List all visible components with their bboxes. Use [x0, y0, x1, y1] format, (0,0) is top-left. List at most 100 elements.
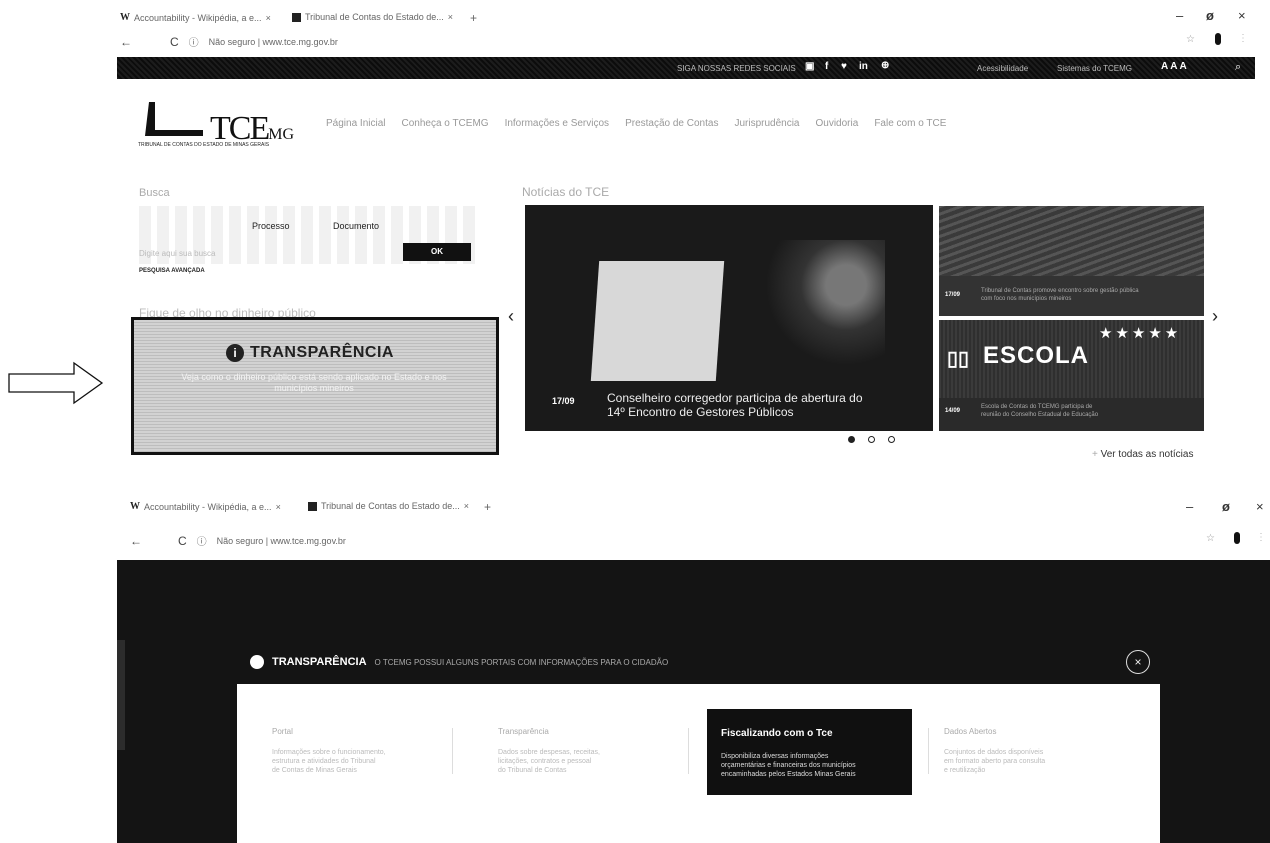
transparency-banner[interactable]: i TRANSPARÊNCIA Veja como o dinheiro púb…: [131, 317, 499, 455]
menu-icon[interactable]: ⋮: [1238, 33, 1248, 44]
news-side-card-1[interactable]: 17/09 Tribunal de Contas promove encontr…: [939, 206, 1204, 316]
browser-tab-1[interactable]: W Accountability - Wikipédia, a e... ×: [130, 501, 281, 512]
extension-icon[interactable]: [1215, 33, 1221, 45]
menu-icon[interactable]: ⋮: [1256, 532, 1266, 543]
segment-document[interactable]: Documento: [333, 221, 379, 231]
close-icon[interactable]: ×: [1126, 650, 1150, 674]
chevron-right-icon[interactable]: ›: [1212, 306, 1218, 327]
chevron-left-icon[interactable]: ‹: [508, 306, 514, 327]
info-icon[interactable]: ⓘ: [189, 34, 199, 49]
overlay-card-3[interactable]: Fiscalizando com o Tce Disponibiliza div…: [707, 709, 912, 795]
nav-item-contact[interactable]: Fale com o TCE: [874, 118, 946, 129]
facebook-icon[interactable]: f: [825, 61, 828, 72]
news-side-card-2[interactable]: ▯▯ ESCOLA ★★★★★ 14/09 Escola de Contas d…: [939, 320, 1204, 431]
overlay-header: TRANSPARÊNCIA O TCEMG POSSUI ALGUNS PORT…: [250, 655, 668, 669]
browser-tab-1[interactable]: W Accountability - Wikipédia, a e... ×: [120, 12, 271, 23]
font-size-control[interactable]: A A A: [1161, 61, 1187, 72]
twitter-icon[interactable]: ♥: [841, 61, 847, 72]
url-text[interactable]: Não seguro | www.tce.mg.gov.br: [217, 536, 346, 546]
info-icon[interactable]: ⓘ: [197, 533, 207, 548]
carousel-dot-3[interactable]: [888, 436, 895, 443]
reload-icon[interactable]: C: [178, 534, 187, 548]
info-icon: [250, 655, 264, 669]
search-input[interactable]: Digite aqui sua busca: [139, 249, 216, 258]
overlay-title: TRANSPARÊNCIA: [272, 656, 367, 668]
carousel-dots: [848, 436, 895, 443]
close-window-button[interactable]: ×: [1256, 499, 1264, 514]
extension-icon[interactable]: [1234, 532, 1240, 544]
advanced-search-link[interactable]: PESQUISA AVANÇADA: [139, 268, 205, 274]
nav-item-about[interactable]: Conheça o TCEMG: [401, 118, 488, 129]
address-bar[interactable]: ← C ⓘ Não seguro | www.tce.mg.gov.br: [120, 34, 338, 50]
news-main-card[interactable]: 17/09 Conselheiro corregedor participa d…: [525, 205, 933, 431]
news-main-caption-line1: Conselheiro corregedor participa de aber…: [607, 391, 863, 405]
youtube-icon[interactable]: ▣: [805, 61, 814, 72]
star-icon: ★★★★★: [1099, 325, 1182, 342]
browser-tab-2[interactable]: Tribunal de Contas do Estado de... ×: [292, 12, 453, 22]
tab-close-icon[interactable]: ×: [266, 13, 271, 23]
minimize-button[interactable]: –: [1176, 8, 1183, 23]
news-side-2-date: 14/09: [945, 408, 961, 414]
minimize-button[interactable]: –: [1186, 499, 1193, 514]
wikipedia-icon: W: [120, 12, 130, 23]
building-photo: [939, 206, 1204, 276]
address-bar[interactable]: ← C ⓘ Não seguro | www.tce.mg.gov.br: [130, 533, 346, 549]
news-heading: Notícias do TCE: [522, 185, 610, 199]
search-icon[interactable]: ⌕: [1235, 61, 1241, 74]
news-side-1-caption-line2: com foco nos municípios mineiros: [981, 296, 1072, 302]
systems-link[interactable]: Sistemas do TCEMG: [1057, 64, 1132, 73]
news-side-2-caption-line1: Escola de Contas do TCEMG participa de: [981, 404, 1093, 410]
carousel-dot-1[interactable]: [848, 436, 855, 443]
logo-subtitle: TRIBUNAL DE CONTAS DO ESTADO DE MINAS GE…: [138, 142, 270, 148]
nav-item-home[interactable]: Página Inicial: [326, 118, 385, 129]
maximize-button[interactable]: ø: [1206, 8, 1214, 23]
search-title: Busca: [139, 187, 170, 199]
tab-close-icon[interactable]: ×: [464, 501, 469, 511]
carousel-dot-2[interactable]: [868, 436, 875, 443]
back-icon[interactable]: ←: [120, 35, 132, 49]
segment-process[interactable]: Processo: [252, 221, 290, 231]
see-all-news-link[interactable]: + Ver todas as notícias: [1092, 449, 1193, 460]
nav-item-ombudsman[interactable]: Ouvidoria: [816, 118, 859, 129]
tab-close-icon[interactable]: ×: [276, 502, 281, 512]
linkedin-icon[interactable]: in: [859, 61, 868, 72]
tab-close-icon[interactable]: ×: [448, 12, 453, 22]
transparency-title: TRANSPARÊNCIA: [250, 344, 394, 361]
wikipedia-icon: W: [130, 501, 140, 512]
bookmark-star-icon[interactable]: ☆: [1206, 533, 1215, 544]
new-tab-button[interactable]: +: [484, 500, 491, 514]
bookmark-star-icon[interactable]: ☆: [1186, 34, 1195, 45]
back-icon[interactable]: ←: [130, 534, 142, 548]
flickr-icon[interactable]: ⊕: [881, 60, 889, 71]
overlay-subtitle: O TCEMG POSSUI ALGUNS PORTAIS COM INFORM…: [374, 657, 669, 667]
overlay-card-1[interactable]: Portal Informações sobre o funcionamento…: [272, 727, 442, 775]
info-icon: i: [226, 344, 244, 362]
close-window-button[interactable]: ×: [1238, 8, 1246, 23]
arrow-right-outline-icon: [8, 361, 104, 405]
news-side-1-date: 17/09: [945, 292, 961, 298]
projection-screen: [590, 261, 725, 381]
overlay-card-4[interactable]: Dados Abertos Conjuntos de dados disponí…: [944, 727, 1124, 775]
overlay-card-2[interactable]: Transparência Dados sobre despesas, rece…: [498, 727, 678, 775]
escola-banner-text: ESCOLA: [983, 342, 1090, 369]
accessibility-link[interactable]: Acessibilidade: [977, 64, 1028, 73]
tce-favicon-icon: [292, 12, 301, 22]
nav-item-accounts[interactable]: Prestação de Contas: [625, 118, 718, 129]
news-side-2-caption-line2: reunião do Conselho Estadual de Educação: [981, 412, 1099, 418]
reload-icon[interactable]: C: [170, 35, 179, 49]
plus-icon: +: [1092, 449, 1101, 460]
speaker-photo: [755, 240, 885, 390]
news-side-1-caption-line1: Tribunal de Contas promove encontro sobr…: [981, 288, 1139, 294]
search-ok-button[interactable]: OK: [403, 243, 471, 261]
nav-item-info[interactable]: Informações e Serviços: [505, 118, 610, 129]
maximize-button[interactable]: ø: [1222, 499, 1230, 514]
browser-tab-2[interactable]: Tribunal de Contas do Estado de... ×: [308, 501, 469, 511]
logo-mark-icon: [145, 102, 203, 136]
nav-item-jurisprudence[interactable]: Jurisprudência: [734, 118, 799, 129]
site-topbar: SIGA NOSSAS REDES SOCIAIS ▣ f ♥ in ⊕ Ace…: [117, 57, 1255, 79]
site-logo[interactable]: [143, 100, 207, 145]
new-tab-button[interactable]: +: [470, 11, 477, 25]
transparency-text: Veja como o dinheiro público está sendo …: [181, 372, 447, 393]
tce-favicon-icon: [308, 501, 317, 511]
url-text[interactable]: Não seguro | www.tce.mg.gov.br: [209, 37, 338, 47]
